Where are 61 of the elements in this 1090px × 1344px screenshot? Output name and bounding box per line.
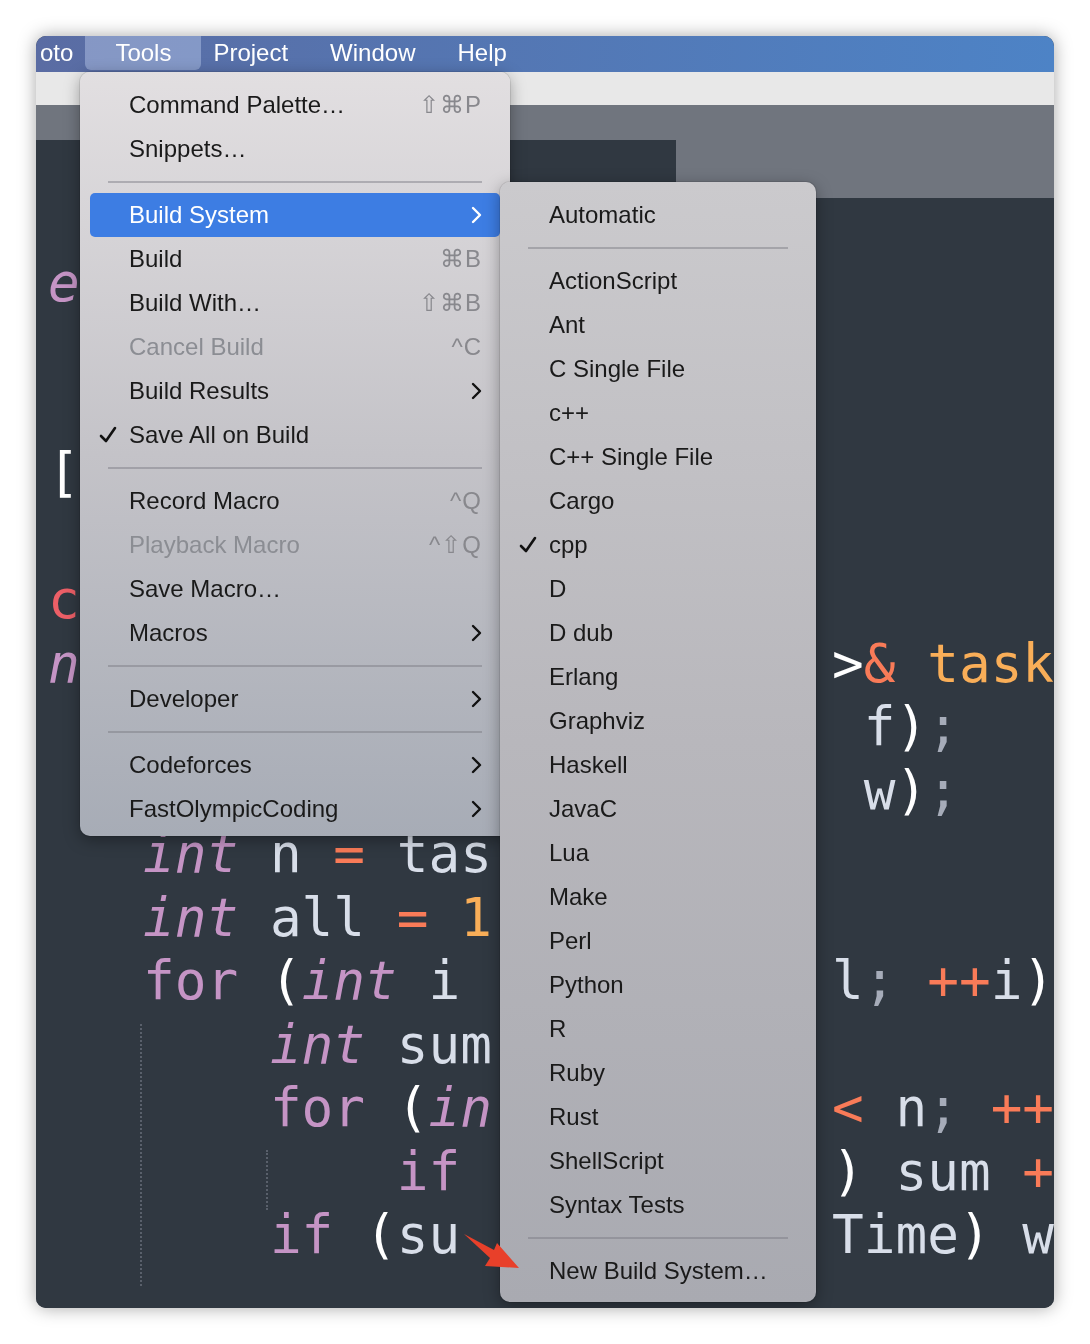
code-text: if (su (269, 1203, 461, 1267)
code-text: Time) w (832, 1203, 1054, 1267)
code-text: f); (862, 695, 959, 759)
menu-item[interactable]: Save All on Build (90, 413, 500, 457)
menu-item[interactable]: Haskell (510, 743, 806, 787)
keyboard-shortcut: ^C (451, 333, 482, 361)
menu-item[interactable]: Codeforces (90, 743, 500, 787)
menu-bar-item[interactable]: Help (436, 36, 528, 70)
menu-item[interactable]: Erlang (510, 655, 806, 699)
menu-item[interactable]: ShellScript (510, 1139, 806, 1183)
code-text: [ (48, 441, 80, 505)
menu-item[interactable]: Build System (90, 193, 500, 237)
menu-item[interactable]: Rust (510, 1095, 806, 1139)
code-text: < n; ++ (832, 1076, 1054, 1140)
menu-item[interactable]: cpp (510, 523, 806, 567)
menu-item[interactable]: Snippets… (90, 127, 500, 171)
menu-item[interactable]: Perl (510, 919, 806, 963)
menu-item[interactable]: Ruby (510, 1051, 806, 1095)
menu-item[interactable]: Build With… ⇧⌘B (90, 281, 500, 325)
menu-item[interactable]: c++ (510, 391, 806, 435)
menu-item[interactable]: ActionScript (510, 259, 806, 303)
menu-item[interactable]: Syntax Tests (510, 1183, 806, 1227)
menu-item[interactable]: Automatic (510, 193, 806, 237)
code-text: for (in (269, 1076, 492, 1140)
menu-item[interactable]: Ant (510, 303, 806, 347)
menu-item[interactable]: Macros (90, 611, 500, 655)
menu-item[interactable]: D dub (510, 611, 806, 655)
menu-item[interactable]: Record Macro ^Q (90, 479, 500, 523)
code-text: if (396, 1139, 461, 1203)
code-text: l; ++i) (832, 949, 1054, 1013)
code-text: ) sum + (832, 1139, 1054, 1203)
menu-item[interactable]: Build Results (90, 369, 500, 413)
code-text: w); (862, 758, 959, 822)
code-text: c (48, 568, 80, 632)
code-text: n (48, 631, 80, 695)
code-text: >& task (832, 631, 1054, 695)
keyboard-shortcut: ⌘B (440, 245, 482, 273)
menu-item[interactable]: JavaC (510, 787, 806, 831)
menu-item[interactable]: Developer (90, 677, 500, 721)
menu-item[interactable]: Lua (510, 831, 806, 875)
menu-bar-item[interactable]: Window (309, 36, 437, 70)
menu-item[interactable]: C++ Single File (510, 435, 806, 479)
annotation-arrow (464, 1233, 520, 1269)
menu-item[interactable]: New Build System… (510, 1249, 806, 1293)
menu-item[interactable]: Make (510, 875, 806, 919)
keyboard-shortcut: ^Q (450, 487, 482, 515)
menu-item[interactable]: D (510, 567, 806, 611)
menu-item[interactable]: Cargo (510, 479, 806, 523)
menu-item[interactable]: Build ⌘B (90, 237, 500, 281)
menu-item[interactable]: R (510, 1007, 806, 1051)
code-text: for (int i (143, 949, 461, 1013)
menu-item[interactable]: Save Macro… (90, 567, 500, 611)
menu-item[interactable]: Graphviz (510, 699, 806, 743)
menu-item[interactable]: Python (510, 963, 806, 1007)
code-text: e (48, 250, 80, 314)
menu-item[interactable]: Command Palette… ⇧⌘P (90, 83, 500, 127)
keyboard-shortcut: ⇧⌘P (419, 91, 482, 119)
code-text: int all = 1 (143, 885, 492, 949)
menu-item[interactable]: C Single File (510, 347, 806, 391)
keyboard-shortcut: ⇧⌘B (419, 289, 482, 317)
code-text: int sum (269, 1012, 492, 1076)
